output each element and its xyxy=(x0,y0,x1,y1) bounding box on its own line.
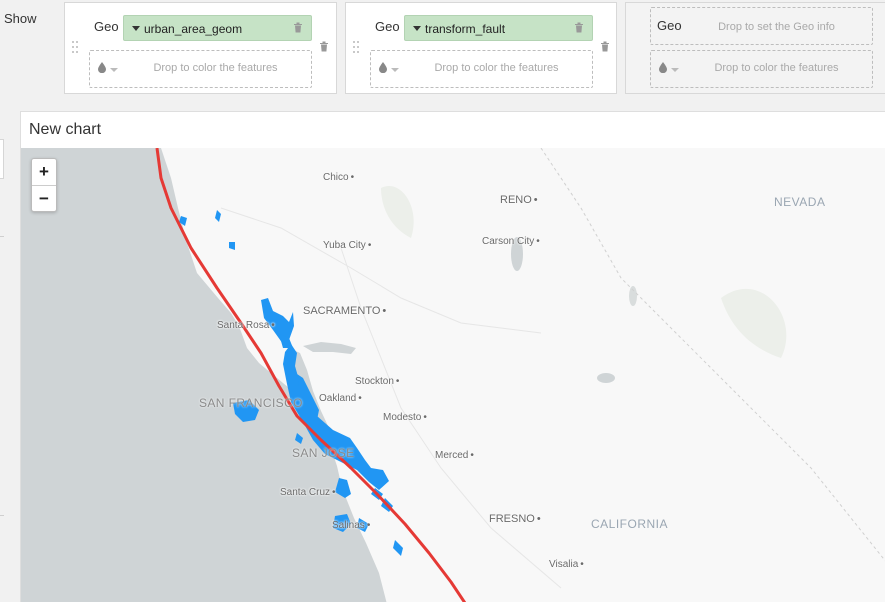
zoom-in-button[interactable]: + xyxy=(32,159,56,185)
drop-hint: Drop to color the features xyxy=(434,62,559,74)
city-label: Chico xyxy=(323,172,354,183)
geo-label: Geo xyxy=(94,19,119,34)
city-label: Merced xyxy=(435,450,474,461)
app-root: Show Geo urban_area_geom Drop to color t… xyxy=(0,0,885,602)
geo-drop-zone[interactable]: Geo Drop to set the Geo info xyxy=(650,7,873,45)
color-drop-zone[interactable]: Drop to color the features xyxy=(650,50,873,88)
city-label: Visalia xyxy=(549,559,584,570)
drop-hint: Drop to color the features xyxy=(153,62,278,74)
side-panel-edge xyxy=(0,139,4,179)
city-label: SACRAMENTO xyxy=(303,305,386,317)
zoom-out-button[interactable]: − xyxy=(32,185,56,211)
geo-field-name: transform_fault xyxy=(425,22,506,36)
city-label: Santa Cruz xyxy=(280,487,336,498)
lake xyxy=(629,286,637,306)
city-label: Stockton xyxy=(355,376,399,387)
trash-icon[interactable] xyxy=(319,41,329,52)
trash-icon[interactable] xyxy=(574,22,584,33)
geo-label: Geo xyxy=(375,19,400,34)
metro-label: SAN JOSE xyxy=(292,446,355,460)
drop-hint: Drop to set the Geo info xyxy=(718,21,835,33)
chart-title[interactable]: New chart xyxy=(29,121,101,139)
drop-hint: Drop to color the features xyxy=(714,62,839,74)
color-drop-zone[interactable]: Drop to color the features xyxy=(89,50,312,88)
zoom-control: + − xyxy=(31,158,57,212)
divider xyxy=(0,515,4,516)
map-canvas xyxy=(21,148,885,602)
geo-field-name: urban_area_geom xyxy=(144,22,243,36)
city-label: Yuba City xyxy=(323,240,371,251)
drag-handle-icon[interactable] xyxy=(72,41,80,55)
color-drop-zone[interactable]: Drop to color the features xyxy=(370,50,593,88)
chart-panel: New chart Chico • RENO • Yuba City • Car… xyxy=(20,111,885,602)
trash-icon[interactable] xyxy=(600,41,610,52)
region-label: NEVADA xyxy=(774,195,826,209)
caret-down-icon[interactable] xyxy=(132,26,140,31)
geo-field-pill[interactable]: transform_fault xyxy=(404,15,593,41)
layer-card-2: Geo transform_fault Drop to color the fe… xyxy=(345,2,617,94)
divider xyxy=(0,236,4,237)
layer-card-3: Geo Drop to set the Geo info Drop to col… xyxy=(625,2,885,94)
city-label: Modesto xyxy=(383,412,427,423)
city-label: Salinas xyxy=(332,520,370,531)
layer-card-1: Geo urban_area_geom Drop to color the fe… xyxy=(64,2,337,94)
city-label: Carson City xyxy=(482,236,540,247)
caret-down-icon[interactable] xyxy=(413,26,421,31)
region-label: CALIFORNIA xyxy=(591,517,669,531)
city-label: FRESNO xyxy=(489,513,541,525)
city-label: RENO xyxy=(500,194,538,206)
lake xyxy=(597,373,615,383)
geo-field-pill[interactable]: urban_area_geom xyxy=(123,15,312,41)
show-label: Show xyxy=(4,11,37,26)
city-label: Oakland xyxy=(319,393,362,404)
metro-label: SAN FRANCISCO xyxy=(199,396,303,410)
trash-icon[interactable] xyxy=(293,22,303,33)
drag-handle-icon[interactable] xyxy=(353,41,361,55)
city-label: Santa Rosa xyxy=(217,320,275,331)
map-view[interactable]: Chico RENO Yuba City Carson City SACRAME… xyxy=(21,148,885,602)
